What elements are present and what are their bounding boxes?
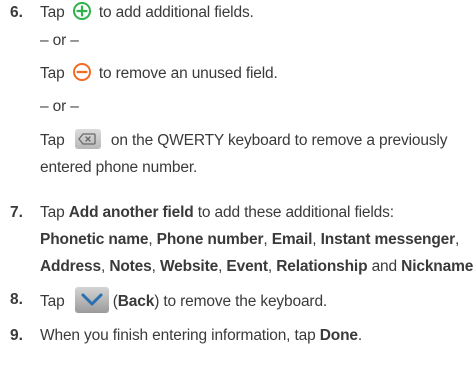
separator-text: ,	[151, 258, 160, 275]
field-name: Instant messenger	[320, 231, 456, 248]
step-text: Tap	[40, 204, 69, 221]
ui-term: Add another field	[68, 204, 194, 221]
field-name: Notes	[109, 258, 152, 275]
step-text: Tap	[40, 293, 65, 311]
step-text: to remove an unused field.	[98, 65, 278, 82]
step-number: 8.	[10, 291, 23, 308]
backspace-key-icon	[74, 128, 101, 149]
step9-line: When you finish entering information, ta…	[40, 325, 362, 347]
or-divider: – or –	[40, 32, 79, 49]
field-name: Relationship	[276, 258, 368, 275]
field-name: Website	[159, 258, 219, 275]
ui-term: Done	[319, 327, 358, 344]
separator-text: ,	[455, 231, 460, 248]
step-text: to add additional fields.	[98, 4, 254, 21]
step-text: When you finish entering information, ta…	[40, 327, 320, 344]
minus-circle-icon	[72, 62, 91, 81]
step6-line2: Tap to remove an unused field.	[40, 62, 278, 85]
field-list-line2: Address, Notes, Website, Event, Relation…	[40, 256, 474, 278]
separator-text: ,	[267, 258, 277, 275]
step8-line: Tap (Back) to remove the keyboard.	[40, 287, 328, 315]
field-name: Event	[226, 258, 268, 275]
plus-circle-icon	[72, 1, 91, 20]
step-text: .	[357, 327, 363, 344]
field-name: Email	[271, 231, 313, 248]
separator-text: ,	[148, 231, 157, 248]
step-text: Tap	[40, 4, 65, 21]
step-number: 6.	[10, 4, 23, 21]
step-number: 9.	[10, 327, 23, 344]
step-text: Tap	[40, 65, 65, 82]
step-text: on the QWERTY keyboard to remove a previ…	[110, 132, 448, 149]
field-name: Address	[40, 258, 101, 275]
separator-text: ,	[312, 231, 321, 248]
step-text: to add these additional fields:	[193, 204, 394, 221]
field-name: Phone number	[156, 231, 264, 248]
field-list-line1: Phonetic name, Phone number, Email, Inst…	[40, 229, 459, 251]
field-name: Nickname	[401, 258, 474, 275]
separator-text: ,	[263, 231, 272, 248]
field-name: Phonetic name	[40, 231, 149, 248]
step7-line1: Tap Add another field to add these addit…	[40, 202, 394, 224]
step-number: 7.	[10, 204, 23, 221]
step-text: to remove the keyboard.	[159, 293, 328, 311]
step6-line3: Tap on the QWERTY keyboard to remove a p…	[40, 128, 448, 152]
separator-text: and	[367, 258, 402, 275]
instruction-page: 6. Tap to add additional fields. – or – …	[0, 0, 474, 372]
step6-line4: entered phone number.	[40, 159, 198, 176]
step6-line1: Tap to add additional fields.	[40, 1, 254, 24]
or-divider: – or –	[40, 98, 79, 115]
back-chevron-icon	[74, 287, 109, 313]
step-text: Tap	[40, 132, 65, 149]
ui-term: Back	[117, 293, 155, 311]
